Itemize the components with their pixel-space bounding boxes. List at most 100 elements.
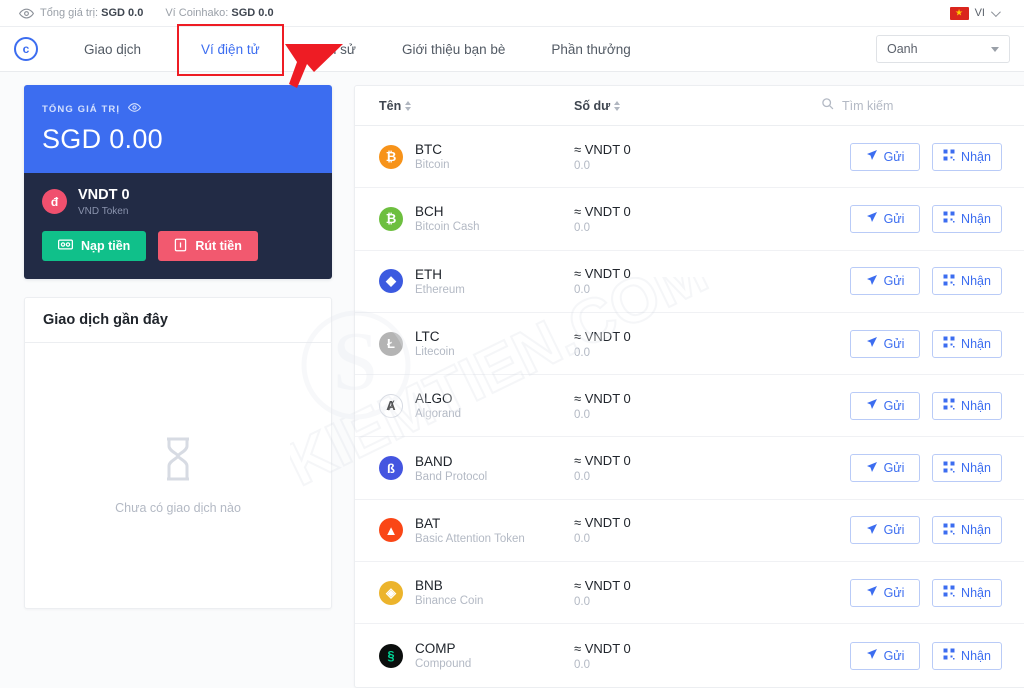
coin-text-group: LTC Litecoin bbox=[415, 329, 455, 358]
token-subtitle: VND Token bbox=[78, 206, 129, 217]
token-title: VNDT 0 bbox=[78, 187, 130, 203]
coin-text-group: COMP Compound bbox=[415, 641, 471, 670]
receive-button[interactable]: Nhận bbox=[932, 267, 1002, 296]
balance-cell: ≈ VNDT 0 0.0 bbox=[574, 204, 799, 234]
send-paper-plane-icon bbox=[866, 585, 878, 600]
coinhako-wallet-amount: SGD 0.0 bbox=[231, 7, 274, 19]
send-label: Gửi bbox=[883, 585, 905, 600]
assets-row-list: ₿ BTC Bitcoin ≈ VNDT 0 0.0 Gửi Nhận ₿ BC… bbox=[355, 126, 1024, 687]
receive-button[interactable]: Nhận bbox=[932, 516, 1002, 545]
eye-icon[interactable] bbox=[128, 101, 142, 117]
send-button[interactable]: Gửi bbox=[850, 516, 920, 545]
coin-text-group: BAND Band Protocol bbox=[415, 454, 487, 483]
card-action-buttons: Nạp tiền Rút tiền bbox=[42, 231, 314, 261]
balance-converted: ≈ VNDT 0 bbox=[574, 640, 631, 656]
assets-table-header: Tên Số dư bbox=[355, 86, 1024, 126]
balance-amount: 0.0 bbox=[574, 595, 590, 608]
send-button[interactable]: Gửi bbox=[850, 578, 920, 607]
chevron-down-icon bbox=[990, 6, 1001, 17]
coin-symbol: COMP bbox=[415, 641, 456, 657]
column-header-name[interactable]: Tên bbox=[379, 99, 574, 113]
balance-card-top: TỔNG GIÁ TRỊ SGD 0.00 bbox=[24, 85, 332, 173]
row-actions: Gửi Nhận bbox=[850, 142, 1002, 171]
vndt-token-icon: đ bbox=[42, 189, 67, 214]
balance-cell: ≈ VNDT 0 0.0 bbox=[574, 329, 799, 359]
send-label: Gửi bbox=[883, 648, 905, 663]
row-actions: Gửi Nhận bbox=[850, 516, 1002, 545]
coin-name: Algorand bbox=[415, 408, 462, 421]
send-button[interactable]: Gửi bbox=[850, 329, 920, 358]
receive-label: Nhận bbox=[961, 523, 991, 538]
token-row: đ VNDT 0 VND Token bbox=[42, 187, 314, 217]
receive-label: Nhận bbox=[961, 211, 991, 226]
total-value-stat: Tổng giá trị: SGD 0.0 bbox=[40, 7, 143, 19]
recent-transactions-title: Giao dịch gần đây bbox=[25, 298, 331, 343]
coin-name: Compound bbox=[415, 658, 472, 671]
receive-label: Nhận bbox=[961, 149, 991, 164]
balance-amount: 0.0 bbox=[574, 533, 590, 546]
hourglass-icon bbox=[158, 436, 198, 487]
coin-symbol: BAT bbox=[415, 515, 441, 531]
comp-coin-icon: § bbox=[379, 643, 403, 668]
qr-code-icon bbox=[943, 585, 955, 600]
language-switcher[interactable]: ★ VI bbox=[949, 6, 1012, 20]
content-area: TỔNG GIÁ TRỊ SGD 0.00 đ VNDT 0 VND Token… bbox=[0, 72, 1024, 688]
send-button[interactable]: Gửi bbox=[850, 204, 920, 233]
recent-transactions-empty-text: Chưa có giao dịch nào bbox=[115, 501, 241, 515]
receive-button[interactable]: Nhận bbox=[932, 391, 1002, 420]
column-header-balance[interactable]: Số dư bbox=[574, 99, 799, 113]
send-button[interactable]: Gửi bbox=[850, 142, 920, 171]
sort-icon[interactable] bbox=[614, 100, 621, 111]
sort-icon[interactable] bbox=[405, 100, 412, 111]
table-row: ß BAND Band Protocol ≈ VNDT 0 0.0 Gửi Nh… bbox=[355, 437, 1024, 500]
balance-label: TỔNG GIÁ TRỊ bbox=[42, 103, 121, 115]
nav-item-phan-thuong[interactable]: Phần thưởng bbox=[551, 36, 630, 63]
coin-symbol: ALGO bbox=[415, 391, 453, 407]
coin-symbol: BTC bbox=[415, 142, 442, 158]
nav-item-giao-dich[interactable]: Giao dịch bbox=[84, 36, 141, 63]
receive-label: Nhận bbox=[961, 585, 991, 600]
coin-text-group: ALGO Algorand bbox=[415, 391, 461, 420]
deposit-button[interactable]: Nạp tiền bbox=[42, 231, 147, 261]
send-button[interactable]: Gửi bbox=[850, 454, 920, 483]
balance-cell: ≈ VNDT 0 0.0 bbox=[574, 578, 799, 608]
send-button[interactable]: Gửi bbox=[850, 641, 920, 670]
receive-button[interactable]: Nhận bbox=[932, 641, 1002, 670]
receive-label: Nhận bbox=[961, 648, 991, 663]
eth-coin-icon: ◆ bbox=[379, 269, 403, 294]
nav-item-vi-dien-tu[interactable]: Ví điện tử bbox=[177, 23, 284, 76]
send-label: Gửi bbox=[883, 523, 905, 538]
column-header-balance-label: Số dư bbox=[574, 98, 611, 113]
search-input[interactable] bbox=[842, 98, 1002, 113]
qr-code-icon bbox=[943, 461, 955, 476]
account-name: Oanh bbox=[887, 42, 918, 56]
balance-cell: ≈ VNDT 0 0.0 bbox=[574, 453, 799, 483]
send-paper-plane-icon bbox=[866, 461, 878, 476]
withdraw-button[interactable]: Rút tiền bbox=[158, 231, 258, 261]
receive-button[interactable]: Nhận bbox=[932, 329, 1002, 358]
assets-table: Tên Số dư Tìm kiếm ₿ BTC Bitcoin ≈ VNDT … bbox=[354, 85, 1024, 688]
receive-button[interactable]: Nhận bbox=[932, 454, 1002, 483]
nav-items: Giao dịch Ví điện tử Lịch sử Giới thiệu … bbox=[84, 23, 677, 76]
send-button[interactable]: Gửi bbox=[850, 391, 920, 420]
receive-button[interactable]: Nhận bbox=[932, 578, 1002, 607]
coinhako-wallet-stat: Ví Coinhako: SGD 0.0 bbox=[165, 7, 273, 19]
balance-converted: ≈ VNDT 0 bbox=[574, 515, 631, 531]
total-value-amount: SGD 0.0 bbox=[101, 7, 144, 19]
btc-coin-icon: ₿ bbox=[379, 144, 403, 169]
account-select[interactable]: Oanh bbox=[876, 35, 1010, 63]
vietnam-flag-icon: ★ bbox=[949, 6, 969, 20]
row-actions: Gửi Nhận bbox=[850, 267, 1002, 296]
balance-card: TỔNG GIÁ TRỊ SGD 0.00 đ VNDT 0 VND Token… bbox=[24, 85, 332, 279]
receive-button[interactable]: Nhận bbox=[932, 142, 1002, 171]
qr-code-icon bbox=[943, 274, 955, 289]
balance-amount: 0.0 bbox=[574, 408, 590, 421]
search-box[interactable] bbox=[821, 97, 1002, 115]
nav-item-gioi-thieu-ban-be[interactable]: Giới thiệu bạn bè bbox=[402, 36, 505, 63]
eye-icon[interactable] bbox=[12, 6, 40, 21]
send-paper-plane-icon bbox=[866, 274, 878, 289]
table-row: ₿ BTC Bitcoin ≈ VNDT 0 0.0 Gửi Nhận bbox=[355, 126, 1024, 189]
coinhako-logo[interactable]: c bbox=[14, 37, 38, 61]
receive-button[interactable]: Nhận bbox=[932, 204, 1002, 233]
send-button[interactable]: Gửi bbox=[850, 267, 920, 296]
